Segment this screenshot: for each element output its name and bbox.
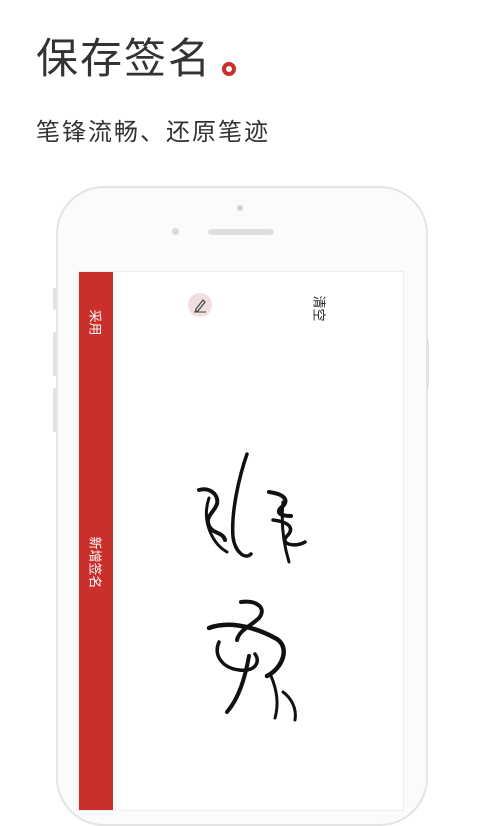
signature-canvas[interactable] <box>179 442 339 742</box>
phone-mute-switch <box>53 288 56 310</box>
phone-camera <box>237 205 243 211</box>
new-signature-button[interactable]: 新增签名 <box>79 522 113 602</box>
adopt-button[interactable]: 采用 <box>79 302 113 342</box>
hero-subtitle: 笔锋流畅、还原笔迹 <box>36 118 270 146</box>
phone-speaker <box>208 229 274 235</box>
phone-power-button <box>426 340 429 388</box>
phone-volume-down <box>53 388 56 432</box>
hero-title-row: 保存签名 <box>36 34 237 83</box>
sidebar: 采用 新增签名 <box>79 272 113 810</box>
signature-screen: 采用 新增签名 清空 <box>78 271 404 811</box>
pen-edit-icon[interactable] <box>188 293 212 317</box>
ring-dot-icon <box>222 62 237 76</box>
clear-button-label: 清空 <box>310 294 326 322</box>
adopt-button-label: 采用 <box>86 308 102 336</box>
phone-volume-up <box>53 332 56 376</box>
clear-button[interactable]: 清空 <box>307 290 333 326</box>
handwritten-signature <box>197 452 307 722</box>
new-signature-button-label: 新增签名 <box>86 535 102 589</box>
hero-title: 保存签名 <box>36 34 213 83</box>
phone-sensor <box>172 228 179 235</box>
